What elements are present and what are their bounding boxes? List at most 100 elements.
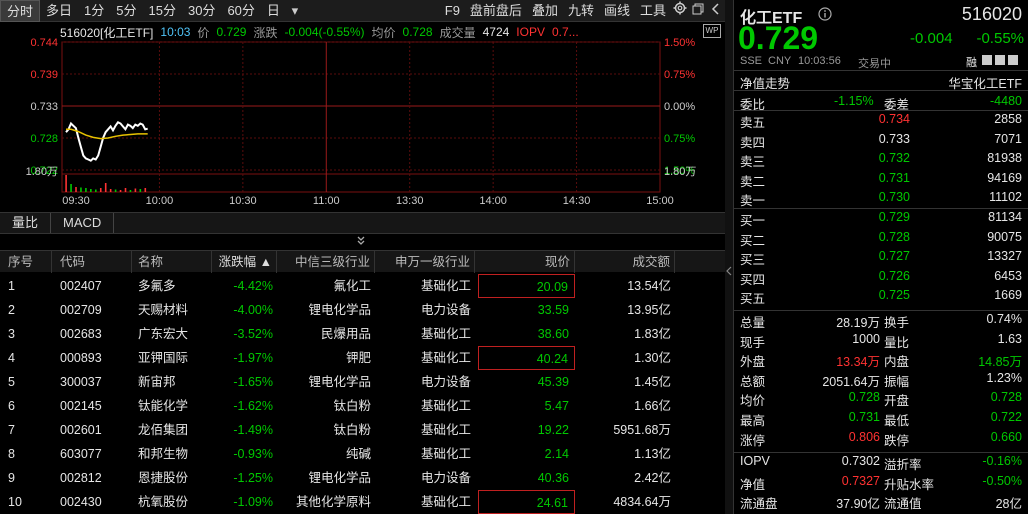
cell-sw-industry: 基础化工 bbox=[420, 351, 471, 365]
col-name[interactable]: 名称 bbox=[132, 251, 212, 273]
table-row[interactable]: 8 603077 和邦生物 -0.93% 纯碱 基础化工 2.14 1.13亿 bbox=[0, 442, 725, 466]
cell-code: 002812 bbox=[60, 471, 102, 485]
volume-bar bbox=[129, 190, 132, 192]
table-row[interactable]: 7 002601 龙佰集团 -1.49% 钛白粉 基础化工 19.22 5951.68万 bbox=[0, 418, 725, 442]
stat-label: 溢折率 bbox=[884, 458, 922, 472]
cell-amount: 2.42亿 bbox=[634, 471, 671, 485]
alert-icon[interactable] bbox=[1008, 55, 1018, 65]
stat-label: 涨停 bbox=[740, 433, 766, 448]
table-row[interactable]: 3 002683 广东宏大 -3.52% 民爆用品 基础化工 38.60 1.83亿 bbox=[0, 322, 725, 346]
tab-1min[interactable]: 1分 bbox=[78, 0, 110, 22]
table-row[interactable]: 6 002145 钛能化学 -1.62% 钛白粉 基础化工 5.47 1.66亿 bbox=[0, 394, 725, 418]
gear-icon[interactable] bbox=[671, 0, 689, 22]
tab-volume-ratio[interactable]: 量比 bbox=[0, 213, 52, 233]
chevron-left-icon[interactable] bbox=[707, 0, 725, 22]
cell-sw-industry: 基础化工 bbox=[420, 399, 471, 413]
f9-button[interactable]: F9 bbox=[440, 0, 465, 22]
ask-level-5-price[interactable]: 0.734 bbox=[854, 112, 910, 126]
bid-level-4-price[interactable]: 0.726 bbox=[854, 269, 910, 283]
tab-30min[interactable]: 30分 bbox=[182, 0, 221, 22]
stat-label: 净值 bbox=[740, 477, 766, 492]
table-row[interactable]: 1 002407 多氟多 -4.42% 氟化工 基础化工 20.09 13.54亿 bbox=[0, 274, 725, 298]
ask-level-4-price[interactable]: 0.733 bbox=[854, 132, 910, 146]
exchange: SSE bbox=[740, 55, 763, 67]
cell-name: 广东宏大 bbox=[138, 327, 189, 341]
table-row[interactable]: 9 002812 恩捷股份 -1.25% 锂电化学品 电力设备 40.36 2.42亿 bbox=[0, 466, 725, 490]
nine-turn-button[interactable]: 九转 bbox=[563, 0, 599, 22]
col-change-pct[interactable]: 涨跌幅 ▲ bbox=[212, 251, 277, 273]
bid-level-1-price[interactable]: 0.729 bbox=[854, 210, 910, 224]
bid-level-5-price[interactable]: 0.725 bbox=[854, 288, 910, 302]
tab-daily[interactable]: 日 bbox=[261, 0, 286, 22]
stat-label: 跌停 bbox=[884, 433, 910, 448]
intraday-chart[interactable]: 0.744 1.50% 0.739 0.75% 0.733 0.00% 0.728 0.75%… bbox=[0, 22, 725, 212]
stat-label: 最高 bbox=[740, 414, 766, 428]
ask-level-2-price[interactable]: 0.731 bbox=[854, 171, 910, 185]
overlay-button[interactable]: 叠加 bbox=[527, 0, 563, 22]
restore-window-icon[interactable] bbox=[689, 0, 707, 22]
stat-value: 13.34万 bbox=[836, 355, 880, 370]
ask-level-1-price[interactable]: 0.730 bbox=[854, 190, 910, 204]
info-circle-icon[interactable] bbox=[818, 7, 832, 24]
double-chevron-down-icon[interactable] bbox=[355, 235, 369, 247]
cell-amount: 1.45亿 bbox=[634, 375, 671, 389]
tab-60min[interactable]: 60分 bbox=[221, 0, 260, 22]
cell-price: 40.24 bbox=[478, 346, 575, 370]
ask-level-1-volume: 11102 bbox=[989, 190, 1022, 204]
pre-post-market-button[interactable]: 盘前盘后 bbox=[465, 0, 527, 22]
table-row[interactable]: 4 000893 亚钾国际 -1.97% 钾肥 基础化工 40.24 1.30亿 bbox=[0, 346, 725, 370]
chevron-left-icon[interactable] bbox=[726, 265, 732, 276]
table-row[interactable]: 2 002709 天赐材料 -4.00% 锂电化学品 电力设备 33.59 13.95亿 bbox=[0, 298, 725, 322]
table-row[interactable]: 10 002430 杭氧股份 -1.09% 其他化学原料 基础化工 24.61 4834.64… bbox=[0, 490, 725, 514]
stock-table: 1 002407 多氟多 -4.42% 氟化工 基础化工 20.09 13.54亿 2 00270… bbox=[0, 274, 725, 514]
chevron-down-icon[interactable]: ▾ bbox=[286, 0, 304, 22]
edit-icon[interactable] bbox=[995, 55, 1005, 65]
tab-15min[interactable]: 15分 bbox=[143, 0, 182, 22]
stat-label: 最低 bbox=[884, 414, 910, 428]
ask-level-3-price[interactable]: 0.732 bbox=[854, 151, 910, 165]
cell-name: 天赐材料 bbox=[138, 303, 189, 317]
last-price: 0.729 bbox=[738, 20, 819, 56]
x-tick: 10:00 bbox=[146, 195, 174, 207]
pencil-icon[interactable] bbox=[982, 55, 992, 65]
weibi-value: -1.15% bbox=[834, 94, 874, 108]
cell-code: 002145 bbox=[60, 399, 102, 413]
tab-macd[interactable]: MACD bbox=[51, 213, 115, 233]
col-citic-industry[interactable]: 中信三级行业 bbox=[277, 251, 375, 273]
stat-label: 总量 bbox=[740, 316, 766, 330]
tab-5min[interactable]: 5分 bbox=[110, 0, 142, 22]
cell-name: 杭氧股份 bbox=[138, 495, 189, 509]
tab-multi-day[interactable]: 多日 bbox=[40, 0, 78, 22]
col-code[interactable]: 代码 bbox=[52, 251, 132, 273]
quote-panel: 化工ETF 516020 0.729 -0.004 -0.55% SSE CNY… bbox=[733, 0, 1028, 514]
col-sw-industry[interactable]: 申万一级行业 bbox=[375, 251, 475, 273]
price-change-pct: -0.55% bbox=[976, 30, 1024, 47]
tools-button[interactable]: 工具 bbox=[635, 0, 671, 22]
cell-code: 002709 bbox=[60, 303, 102, 317]
cell-code: 603077 bbox=[60, 447, 102, 461]
table-row[interactable]: 5 300037 新宙邦 -1.65% 锂电化学品 电力设备 45.39 1.45亿 bbox=[0, 370, 725, 394]
panel-divider[interactable] bbox=[725, 0, 733, 514]
col-price[interactable]: 现价 bbox=[475, 251, 575, 273]
stat-label: 升贴水率 bbox=[884, 477, 935, 492]
stat-value: 0.74% bbox=[986, 312, 1022, 326]
cell-citic-industry: 锂电化学品 bbox=[308, 303, 371, 317]
x-tick: 09:30 bbox=[62, 195, 90, 207]
stat-value: -0.16% bbox=[982, 454, 1022, 468]
cell-amount: 1.83亿 bbox=[634, 327, 671, 341]
stat-label: 外盘 bbox=[740, 355, 766, 370]
draw-line-button[interactable]: 画线 bbox=[599, 0, 635, 22]
cell-name: 多氟多 bbox=[138, 279, 176, 293]
col-amount[interactable]: 成交额 bbox=[575, 251, 675, 273]
ask-level-3-label: 卖三 bbox=[740, 155, 766, 169]
tab-intraday[interactable]: 分时 bbox=[0, 0, 41, 22]
bid-level-3-price[interactable]: 0.727 bbox=[854, 249, 910, 263]
cell-change-pct: -4.42% bbox=[233, 279, 273, 293]
y-tick-left: 0.739 bbox=[30, 69, 58, 81]
y-tick-right: 0.00% bbox=[664, 101, 695, 113]
stat-value: 0.722 bbox=[990, 410, 1022, 424]
col-no[interactable]: 序号 bbox=[0, 251, 52, 273]
y-tick-left: 0.744 bbox=[30, 37, 58, 49]
bid-level-2-price[interactable]: 0.728 bbox=[854, 230, 910, 244]
x-tick: 11:00 bbox=[313, 195, 340, 207]
